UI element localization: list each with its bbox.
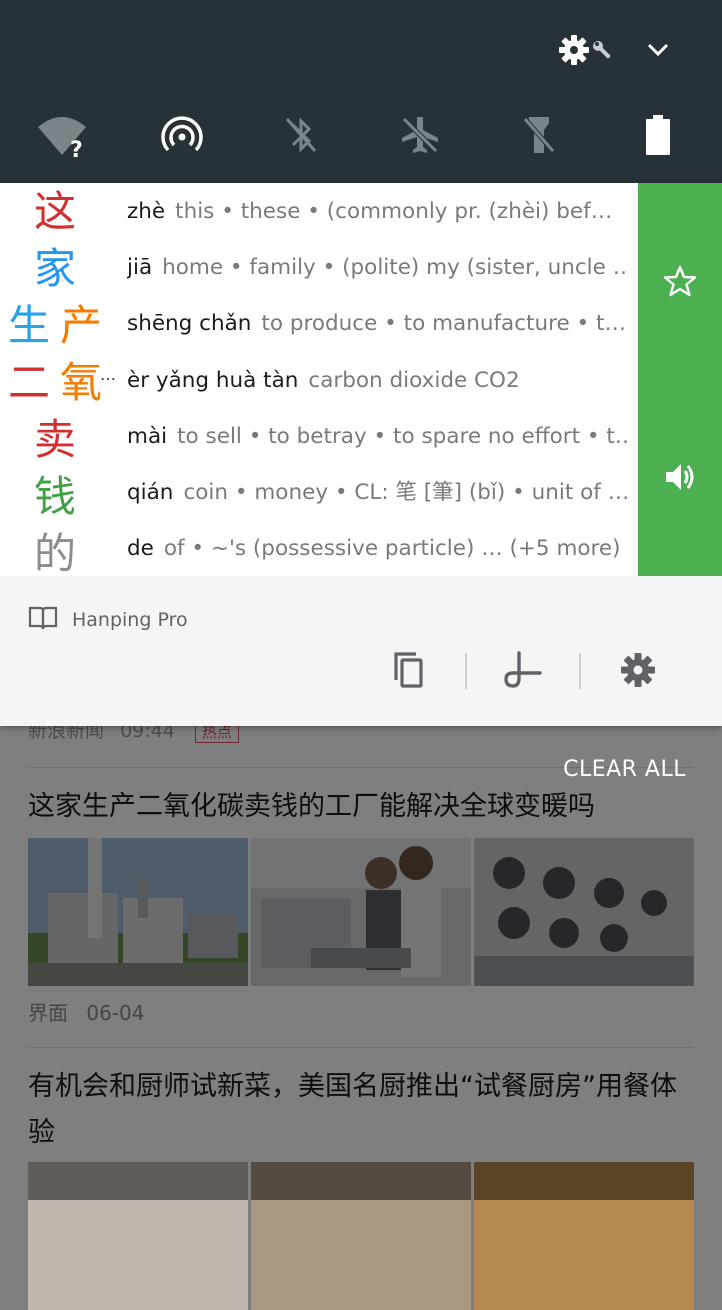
dictionary-entry[interactable]: qián coin • money • CL: 笔 [筆] (bǐ) • unit…: [127, 473, 627, 513]
hanzi-char: 卖: [34, 415, 77, 464]
hanzi-char: 家: [34, 244, 77, 293]
action-divider: [579, 653, 581, 689]
star-outline-icon[interactable]: [660, 261, 700, 301]
hanzi-char: 氧: [60, 358, 103, 407]
entry-definition: this • these • (commonly pr. (zhèi) bef…: [175, 199, 613, 224]
action-divider: [465, 653, 467, 689]
entry-pinyin: shēng chǎn: [127, 311, 252, 336]
dictionary-entry[interactable]: jiā home • family • (polite) my (sister, …: [127, 248, 627, 288]
volume-icon[interactable]: [660, 457, 700, 497]
battery-full-icon[interactable]: [628, 100, 688, 170]
quick-settings-tiles: ?: [0, 100, 722, 170]
dictionary-entry[interactable]: èr yǎng huà tàn carbon dioxide CO2: [127, 361, 627, 401]
entry-pinyin: qián: [127, 480, 174, 505]
bluetooth-off-icon[interactable]: [271, 100, 331, 170]
airplane-off-icon[interactable]: [390, 100, 450, 170]
handwriting-icon[interactable]: [493, 648, 553, 692]
entry-definition: carbon dioxide CO2: [308, 368, 520, 393]
entry-definition: home • family • (polite) my (sister, unc…: [162, 255, 627, 280]
entry-pinyin: de: [127, 536, 154, 561]
dictionary-entry[interactable]: zhè this • these • (commonly pr. (zhèi) b…: [127, 192, 627, 232]
hanzi-column: 这 家 生 产 二 氧 卖 钱 的 …: [0, 183, 118, 578]
wifi-unknown-label: ?: [70, 138, 83, 163]
hanzi-char: 二: [8, 358, 51, 407]
copy-icon[interactable]: [378, 648, 438, 692]
entry-pinyin: jiā: [127, 255, 153, 280]
hotspot-icon[interactable]: [152, 100, 212, 170]
entry-definition: to produce • to manufacture • t…: [261, 311, 626, 336]
quick-settings-panel: ?: [0, 0, 722, 183]
dictionary-entry[interactable]: shēng chǎn to produce • to manufacture • …: [127, 304, 627, 344]
hanzi-char: 钱: [34, 472, 77, 521]
hanzi-ellipsis: …: [100, 365, 116, 384]
notification-header: Hanping Pro: [28, 605, 188, 635]
book-icon: [28, 605, 58, 635]
chevron-down-icon[interactable]: [644, 36, 672, 68]
dictionary-panel[interactable]: 这 家 生 产 二 氧 卖 钱 的 … zhè this • these • (c…: [0, 183, 638, 578]
wifi-unknown-icon[interactable]: ?: [32, 100, 92, 170]
hanzi-char: 这: [34, 187, 77, 236]
entry-definition: to sell • to betray • to spare no effort…: [177, 424, 627, 449]
gear-icon[interactable]: [608, 648, 668, 692]
entry-pinyin: mài: [127, 424, 168, 449]
entry-definition: of • ~'s (possessive particle) … (+5 mor…: [163, 536, 621, 561]
dictionary-entry[interactable]: de of • ~'s (possessive particle) … (+5 m…: [127, 529, 627, 569]
dictionary-entry[interactable]: mài to sell • to betray • to spare no eff…: [127, 417, 627, 457]
hanzi-char: 的: [34, 529, 77, 578]
entry-definition: coin • money • CL: 笔 [筆] (bǐ) • unit of …: [183, 480, 627, 505]
app-name: Hanping Pro: [72, 609, 188, 631]
hanping-notification[interactable]: 这 家 生 产 二 氧 卖 钱 的 … zhè this • these • (c…: [0, 183, 722, 726]
entry-pinyin: zhè: [127, 199, 166, 224]
hanzi-char: 生: [8, 301, 51, 350]
flashlight-off-icon[interactable]: [509, 100, 569, 170]
hanzi-char: 产: [60, 301, 103, 350]
entry-pinyin: èr yǎng huà tàn: [127, 368, 299, 393]
clear-all-button[interactable]: CLEAR ALL: [563, 757, 686, 782]
quick-actions-bar: [638, 183, 722, 576]
gear-wrench-icon[interactable]: [557, 32, 619, 72]
